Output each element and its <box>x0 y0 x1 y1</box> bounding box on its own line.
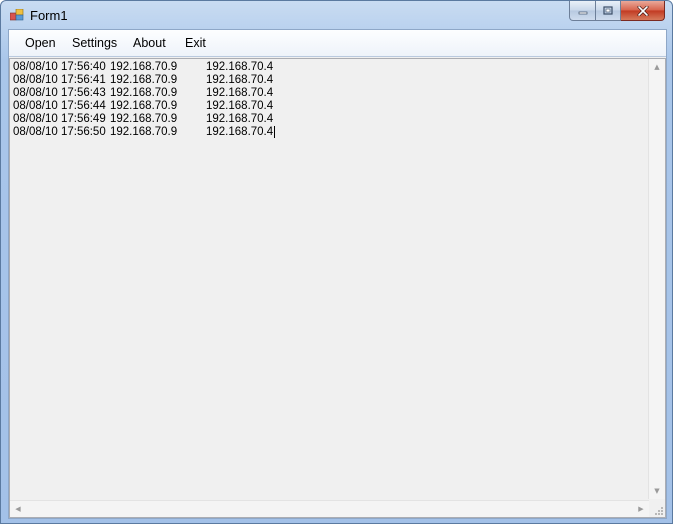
caption-buttons <box>569 1 665 21</box>
scroll-up-icon[interactable]: ▲ <box>649 59 665 75</box>
log-destination-ip: 192.168.70.4 <box>206 74 274 86</box>
scroll-right-icon[interactable]: ▶ <box>633 501 649 517</box>
log-line: 08/08/10 17:56:44 192.168.70.9 192.168.70.… <box>13 100 648 113</box>
scroll-down-icon[interactable]: ▼ <box>649 483 665 499</box>
menu-exit[interactable]: Exit <box>185 36 206 50</box>
vertical-scrollbar[interactable]: ▲ ▼ <box>648 59 665 499</box>
log-destination-ip: 192.168.70.4 <box>206 87 274 99</box>
size-grip[interactable] <box>649 501 665 517</box>
log-content: 08/08/10 17:56:40 192.168.70.9 192.168.70.… <box>13 61 648 139</box>
log-destination-ip: 192.168.70.4 <box>206 113 274 125</box>
menu-about[interactable]: About <box>133 36 166 50</box>
log-line: 08/08/10 17:56:49 192.168.70.9 192.168.70.… <box>13 113 648 126</box>
log-source-ip: 192.168.70.9 <box>110 113 178 125</box>
close-icon <box>637 5 648 16</box>
log-line: 08/08/10 17:56:41 192.168.70.9 192.168.70.… <box>13 74 648 87</box>
log-line: 08/08/10 17:56:50 192.168.70.9 192.168.70.… <box>13 126 648 139</box>
log-source-ip: 192.168.70.9 <box>110 100 178 112</box>
minimize-icon <box>578 11 587 14</box>
text-caret <box>274 126 276 138</box>
window-title: Form1 <box>30 8 68 23</box>
log-destination-ip: 192.168.70.4 <box>206 126 276 138</box>
main-window: Form1 Open Settings About Exit 08/08/10 … <box>0 0 673 524</box>
maximize-button[interactable] <box>596 1 621 21</box>
log-destination-ip: 192.168.70.4 <box>206 100 274 112</box>
minimize-button[interactable] <box>569 1 596 21</box>
title-bar[interactable]: Form1 <box>1 1 672 29</box>
maximize-icon <box>603 6 613 15</box>
log-timestamp: 08/08/10 17:56:44 <box>13 100 106 112</box>
menu-settings[interactable]: Settings <box>72 36 117 50</box>
log-timestamp: 08/08/10 17:56:50 <box>13 126 106 138</box>
menu-open[interactable]: Open <box>25 36 56 50</box>
close-button[interactable] <box>621 1 665 21</box>
log-source-ip: 192.168.70.9 <box>110 61 178 73</box>
log-timestamp: 08/08/10 17:56:40 <box>13 61 106 73</box>
log-destination-ip: 192.168.70.4 <box>206 61 274 73</box>
horizontal-scrollbar[interactable]: ◀ ▶ <box>10 500 649 517</box>
log-source-ip: 192.168.70.9 <box>110 126 178 138</box>
client-area: Open Settings About Exit 08/08/10 17:56:… <box>8 29 667 519</box>
scroll-left-icon[interactable]: ◀ <box>10 501 26 517</box>
log-source-ip: 192.168.70.9 <box>110 74 178 86</box>
log-source-ip: 192.168.70.9 <box>110 87 178 99</box>
log-timestamp: 08/08/10 17:56:49 <box>13 113 106 125</box>
app-icon <box>10 9 24 21</box>
menu-bar: Open Settings About Exit <box>9 30 666 57</box>
log-line: 08/08/10 17:56:40 192.168.70.9 192.168.70.… <box>13 61 648 74</box>
log-textbox[interactable]: 08/08/10 17:56:40 192.168.70.9 192.168.70.… <box>9 58 666 518</box>
log-line: 08/08/10 17:56:43 192.168.70.9 192.168.70.… <box>13 87 648 100</box>
log-timestamp: 08/08/10 17:56:43 <box>13 87 106 99</box>
size-grip-icon <box>655 507 663 515</box>
log-timestamp: 08/08/10 17:56:41 <box>13 74 106 86</box>
